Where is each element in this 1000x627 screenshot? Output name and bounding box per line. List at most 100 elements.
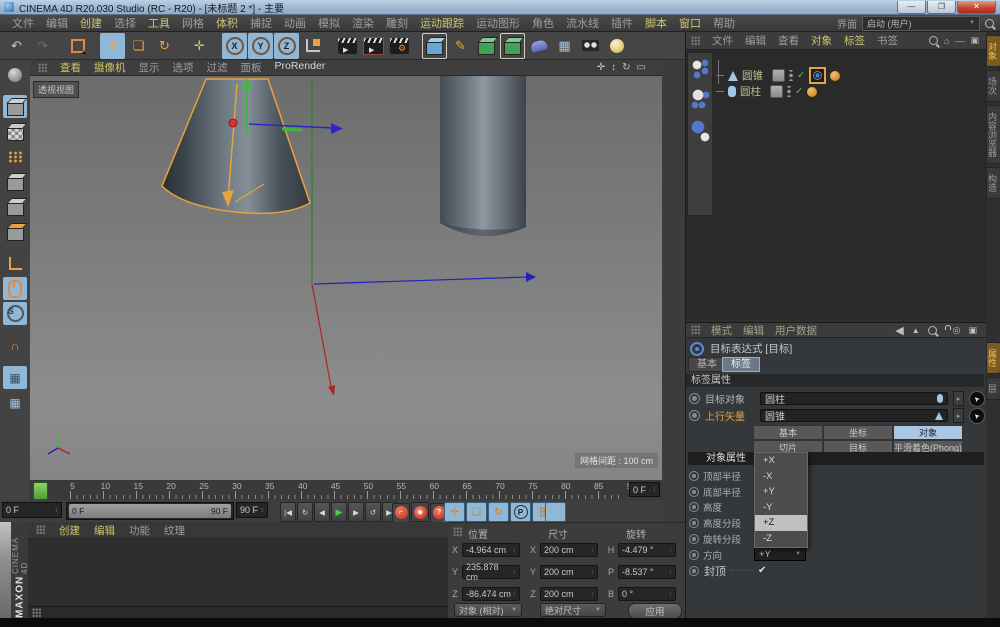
move-gizmo[interactable] [229,78,343,134]
menu-simulate[interactable]: 模拟 [312,15,346,31]
autokey-button[interactable]: ◉ [411,502,429,522]
ruler-frame-field[interactable]: 0 F↕ [629,482,660,497]
generators-button[interactable] [474,33,499,59]
dropdown-item[interactable]: -X [755,469,807,485]
display-tag[interactable] [772,69,785,82]
menu-pipeline[interactable]: 流水线 [560,15,605,31]
parameter-icon[interactable] [689,471,699,481]
orientation-value-field[interactable]: +Y▼ [754,547,806,561]
mat-menu-edit[interactable]: 编辑 [94,523,115,538]
tab-objects[interactable]: 对象 [986,35,1000,67]
model-mode-button[interactable] [3,95,27,118]
menu-create[interactable]: 创建 [74,15,108,31]
panel-grip-icon[interactable] [38,63,47,73]
key-position-button[interactable]: ✛ [444,502,465,522]
rotation-p-field[interactable]: -8.537 °↕ [618,565,676,579]
am-tab-basic[interactable]: 基本 [688,357,726,372]
sphere-array-icon[interactable] [690,87,710,115]
object-row-cone[interactable]: 圆锥 ✓ [716,68,840,83]
modeling-button[interactable] [500,33,525,59]
close-button[interactable]: ✕ [957,1,996,14]
panel-grip-icon[interactable] [453,527,462,537]
search-icon[interactable] [928,326,937,335]
up-vector-field[interactable]: 圆锥 [760,409,948,422]
camera-button[interactable] [578,33,603,59]
search-icon[interactable] [985,19,994,28]
am-menu-mode[interactable]: 模式 [711,323,732,338]
tab-coordinates[interactable]: 坐标 [823,425,893,440]
menu-volume[interactable]: 体积 [210,15,244,31]
dropdown-item[interactable]: -Y [755,500,807,516]
vp-menu-prorender[interactable]: ProRender [275,60,326,75]
history-back-icon[interactable]: ◀ [895,324,903,337]
menu-animate[interactable]: 动画 [278,15,312,31]
deformers-button[interactable] [526,33,551,59]
vp-menu-view[interactable]: 查看 [60,60,81,75]
new-panel-icon[interactable]: ▣ [968,325,977,336]
parameter-icon[interactable] [689,534,699,544]
texture-mode-button[interactable] [3,120,27,143]
target-expression-tag[interactable] [809,67,826,84]
viewport[interactable]: 透视视图 [30,76,662,480]
dropdown-item[interactable]: +Y [755,484,807,500]
play-button[interactable]: ▶ [331,502,347,522]
playhead[interactable] [33,482,48,500]
history-up-icon[interactable]: ▲ [912,326,920,335]
minimize-panel-icon[interactable]: — [955,36,964,46]
scale-button[interactable]: ❏ [126,33,151,59]
parameter-icon[interactable] [689,502,699,512]
spline-pen-button[interactable]: ✎ [448,33,473,59]
goto-start-button[interactable]: |◀ [280,502,296,522]
workplane-lock-button[interactable]: ▦ [3,366,27,389]
size-z-field[interactable]: 200 cm↕ [540,587,598,601]
menu-mesh[interactable]: 网格 [176,15,210,31]
position-z-field[interactable]: -86.474 cm↕ [462,587,520,601]
apply-button[interactable]: 应用 [628,603,682,619]
am-tab-tag[interactable]: 标签 [722,357,760,372]
repeat-button[interactable]: ↺ [365,502,381,522]
edges-mode-button[interactable] [3,170,27,193]
key-scale-button[interactable]: ❏ [466,502,487,522]
lock-x-button[interactable]: X [222,33,247,59]
object-row-cylinder[interactable]: 圆柱 ✓ [716,84,817,99]
tab-object[interactable]: 对象 [893,425,963,440]
lock-z-button[interactable]: Z [274,33,299,59]
pick-object-button[interactable]: ➤ [969,408,985,424]
tab-takes[interactable]: 场次 [986,70,1000,102]
menu-motion-tracker[interactable]: 运动跟踪 [414,15,470,31]
tab-attributes[interactable]: 属性 [986,342,1000,374]
menu-sculpt[interactable]: 雕刻 [380,15,414,31]
loop-button[interactable]: ↻ [297,502,313,522]
visibility-dots[interactable] [789,70,793,81]
cylinder-object[interactable] [440,76,526,236]
menu-render[interactable]: 渲染 [346,15,380,31]
om-menu-edit[interactable]: 编辑 [745,33,766,48]
undo-button[interactable]: ↶ [4,33,29,59]
om-menu-tags[interactable]: 标签 [844,33,865,48]
maximize-panel-icon[interactable]: ▣ [970,35,979,46]
tab-structure[interactable]: 构造 [986,167,1000,199]
polygons-mode-button[interactable] [3,195,27,218]
toggle-view-icon[interactable]: ▭ [637,62,646,73]
menu-character[interactable]: 角色 [526,15,560,31]
position-y-field[interactable]: 235.878 cm↕ [462,565,520,579]
mat-menu-function[interactable]: 功能 [129,523,150,538]
make-editable-button[interactable] [3,63,27,86]
tab-content-browser[interactable]: 内容浏览器 [986,105,1000,164]
restore-button[interactable]: ❐ [927,1,956,14]
redo-button[interactable]: ↷ [30,33,55,59]
parameter-icon[interactable] [689,550,699,560]
menu-script[interactable]: 脚本 [639,15,673,31]
vp-menu-options[interactable]: 选项 [173,60,194,75]
key-rotation-button[interactable]: ↻ [488,502,509,522]
expand-button[interactable]: ▸ [953,391,964,406]
om-menu-bookmarks[interactable]: 书签 [877,33,898,48]
rotation-b-field[interactable]: 0 °↕ [618,587,676,601]
filter-icon[interactable]: ⌂ [944,36,949,46]
panel-grip-icon[interactable] [691,325,700,335]
rotate-view-icon[interactable]: ↻ [622,62,630,73]
caps-checkbox[interactable]: ✔ [758,565,766,576]
panel-grip-icon[interactable] [36,525,45,535]
object-name[interactable]: 圆柱 [740,84,766,99]
primitive-cube-button[interactable] [422,33,447,59]
